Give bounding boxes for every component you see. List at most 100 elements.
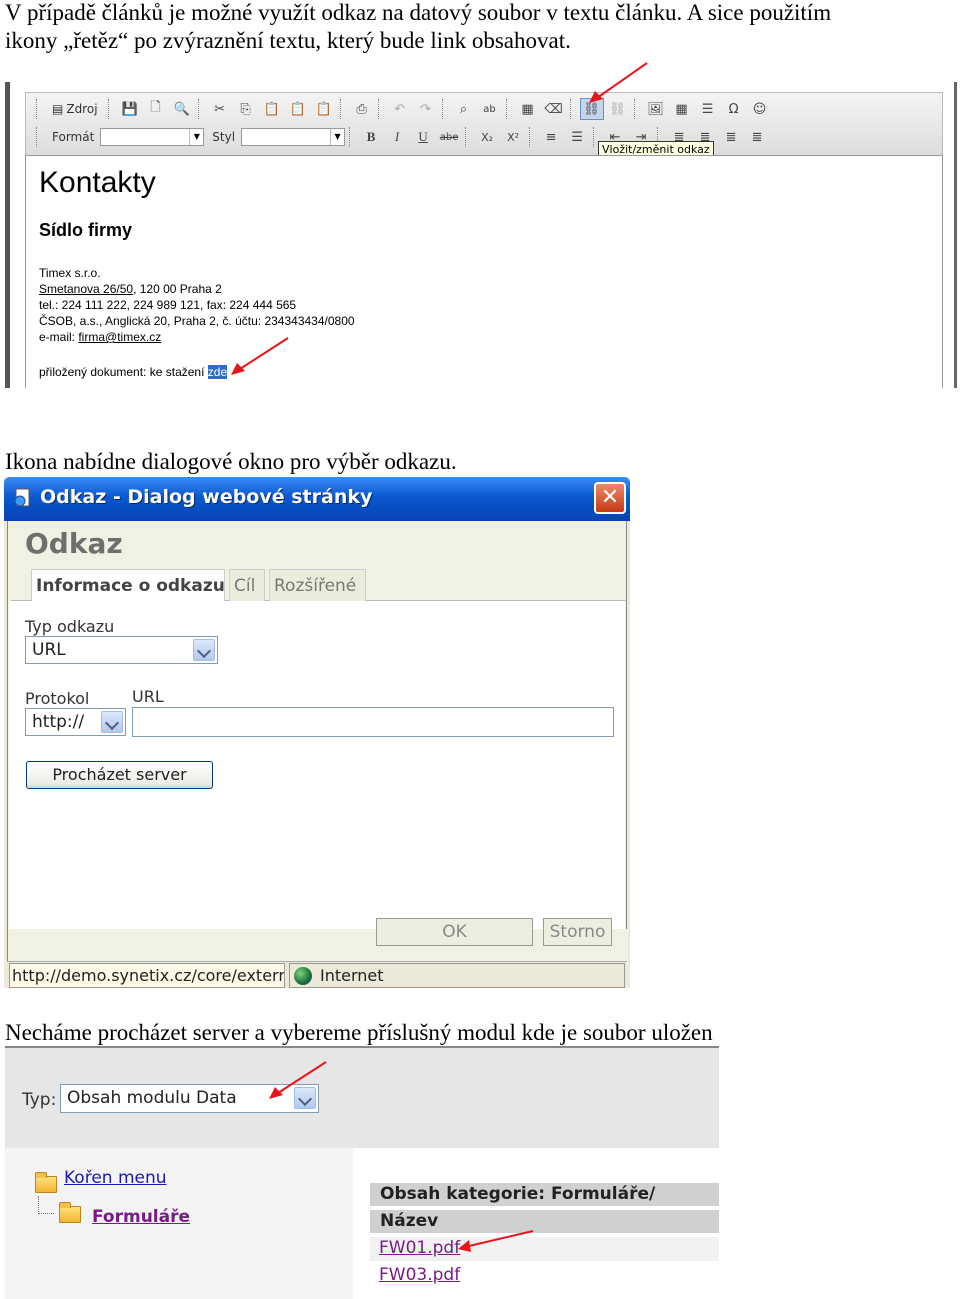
editor-content[interactable]: Kontakty Sídlo firmy Timex s.r.o. Smetan…: [25, 155, 943, 388]
tab-advanced[interactable]: Rozšířené: [269, 569, 366, 601]
toolbar-separator: [107, 99, 114, 119]
print-icon[interactable]: ⎙: [350, 98, 374, 120]
toolbar-grip: [36, 99, 42, 119]
italic-button[interactable]: I: [385, 126, 409, 148]
street-link[interactable]: Smetanova 26/50: [39, 282, 133, 296]
intro-line-1: V případě článků je možné využít odkaz n…: [5, 0, 832, 25]
replace-icon[interactable]: ab: [478, 98, 502, 120]
type-value: Obsah modulu Data: [67, 1088, 237, 1108]
browser-type-bar: Typ: Obsah modulu Data: [5, 1048, 719, 1148]
horizontal-rule-icon[interactable]: ☰: [696, 98, 720, 120]
arrow-to-link-icon: [589, 62, 648, 103]
strikethrough-button[interactable]: abe: [437, 126, 461, 148]
bulleted-list-icon[interactable]: ☰: [565, 126, 589, 148]
status-bar: http://demo.synetix.cz/core/extern Inter…: [7, 961, 627, 988]
table-icon[interactable]: ▦: [670, 98, 694, 120]
close-button[interactable]: ✕: [594, 482, 626, 514]
browse-caption: Necháme procházet server a vybereme přís…: [5, 1020, 713, 1045]
link-type-select[interactable]: URL: [25, 636, 218, 664]
copy-icon[interactable]: ⎘: [234, 98, 258, 120]
file-link[interactable]: FW03.pdf: [379, 1265, 460, 1285]
ok-button[interactable]: OK: [376, 918, 533, 946]
type-label: Typ:: [22, 1090, 57, 1110]
company-name: Timex s.r.o.: [39, 266, 101, 280]
source-icon: ▤: [52, 102, 64, 116]
style-combo[interactable]: ▼: [241, 128, 346, 146]
chevron-down-icon[interactable]: [101, 711, 123, 733]
dialog-body: Odkaz Informace o odkazu Cíl Rozšířené T…: [7, 521, 628, 988]
special-char-icon[interactable]: Ω: [722, 98, 746, 120]
file-row: FW03.pdf: [370, 1264, 719, 1288]
tab-link-info[interactable]: Informace o odkazu: [31, 569, 225, 602]
redo-icon[interactable]: ↷: [414, 98, 438, 120]
file-row: FW01.pdf: [370, 1237, 719, 1261]
superscript-button[interactable]: X²: [501, 126, 525, 148]
remove-format-icon[interactable]: ⌫: [542, 98, 566, 120]
source-button[interactable]: ▤ Zdroj: [46, 98, 104, 120]
arrow-to-selection: [231, 337, 289, 375]
link-dialog: Odkaz - Dialog webové stránky ✕ Odkaz In…: [4, 477, 630, 988]
cut-icon[interactable]: ✂: [208, 98, 232, 120]
protocol-select[interactable]: http://: [25, 708, 126, 736]
toolbar-separator: [569, 99, 576, 119]
status-zone-label: Internet: [320, 966, 384, 985]
file-browser: Typ: Obsah modulu Data Kořen menu Formul…: [5, 1046, 719, 1299]
preview-icon[interactable]: 🔍: [170, 98, 194, 120]
select-all-icon[interactable]: ▦: [516, 98, 540, 120]
phone-line: tel.: 224 111 222, 224 989 121, fax: 224…: [39, 298, 297, 312]
paste-text-icon[interactable]: 📋: [286, 98, 310, 120]
folder-tree: Kořen menu Formuláře: [5, 1148, 353, 1299]
new-page-icon[interactable]: 🗋: [144, 98, 168, 120]
align-justify-icon[interactable]: ≣: [745, 126, 769, 148]
email-label: e-mail:: [39, 330, 79, 344]
toolbar-separator: [529, 127, 535, 147]
browse-server-button[interactable]: Procházet server: [26, 761, 213, 789]
protocol-value: http://: [32, 712, 85, 732]
paste-word-icon[interactable]: 📋: [312, 98, 336, 120]
link-type-value: URL: [32, 640, 66, 660]
attachment-line: přiložený dokument: ke stažení zde: [39, 365, 228, 379]
cancel-button[interactable]: Storno: [543, 918, 612, 946]
chevron-down-icon: ▼: [189, 129, 203, 145]
protocol-label: Protokol: [25, 689, 90, 708]
format-combo[interactable]: ▼: [100, 128, 205, 146]
file-link[interactable]: FW01.pdf: [379, 1238, 460, 1258]
tree-root-link[interactable]: Kořen menu: [64, 1168, 167, 1188]
paste-icon[interactable]: 📋: [260, 98, 284, 120]
globe-icon: [294, 967, 312, 985]
toolbar-separator: [197, 99, 204, 119]
folder-icon: [59, 1202, 81, 1223]
address-line: Smetanova 26/50, 120 00 Praha 2: [39, 282, 222, 296]
subscript-button[interactable]: X₂: [475, 126, 499, 148]
arrow-to-type-select: [269, 1061, 327, 1099]
toolbar-separator: [377, 99, 384, 119]
underline-button[interactable]: U: [411, 126, 435, 148]
link-info-panel: Typ odkazu URL Protokol URL http:// Proc…: [9, 601, 625, 929]
url-input[interactable]: [132, 707, 614, 737]
dialog-title: Odkaz - Dialog webové stránky: [40, 486, 373, 508]
chevron-down-icon[interactable]: [193, 639, 215, 661]
selected-link-text[interactable]: zde: [207, 365, 228, 379]
attachment-text: přiložený dokument: ke stažení: [39, 365, 208, 379]
tree-child-link[interactable]: Formuláře: [92, 1207, 190, 1227]
numbered-list-icon[interactable]: ≡: [539, 126, 563, 148]
status-zone: Internet: [289, 963, 625, 988]
dialog-caption: Ikona nabídne dialogové okno pro výběr o…: [5, 449, 457, 474]
link-type-label: Typ odkazu: [25, 617, 115, 636]
smiley-icon[interactable]: ☺: [748, 98, 772, 120]
save-icon[interactable]: 💾: [118, 98, 142, 120]
align-right-icon[interactable]: ≣: [719, 126, 743, 148]
bank-line: ČSOB, a.s., Anglická 20, Praha 2, č. účt…: [39, 314, 355, 328]
arrow-to-file: [458, 1230, 534, 1252]
street-rest: , 120 00 Praha 2: [133, 282, 222, 296]
category-header: Obsah kategorie: Formuláře/: [370, 1183, 719, 1206]
editor-toolbar: ▤ Zdroj 💾 🗋 🔍 ✂ ⎘ 📋 📋 📋 ⎙ ↶ ↷ ⌕ ab ▦ ⌫ ⛓…: [25, 92, 943, 156]
undo-icon[interactable]: ↶: [388, 98, 412, 120]
url-label: URL: [132, 687, 164, 706]
bold-button[interactable]: B: [359, 126, 383, 148]
tree-connector: [38, 1196, 54, 1214]
find-icon[interactable]: ⌕: [452, 98, 476, 120]
tab-target[interactable]: Cíl: [229, 569, 265, 601]
email-link[interactable]: firma@timex.cz: [78, 330, 161, 344]
dialog-titlebar[interactable]: Odkaz - Dialog webové stránky ✕: [4, 477, 630, 521]
